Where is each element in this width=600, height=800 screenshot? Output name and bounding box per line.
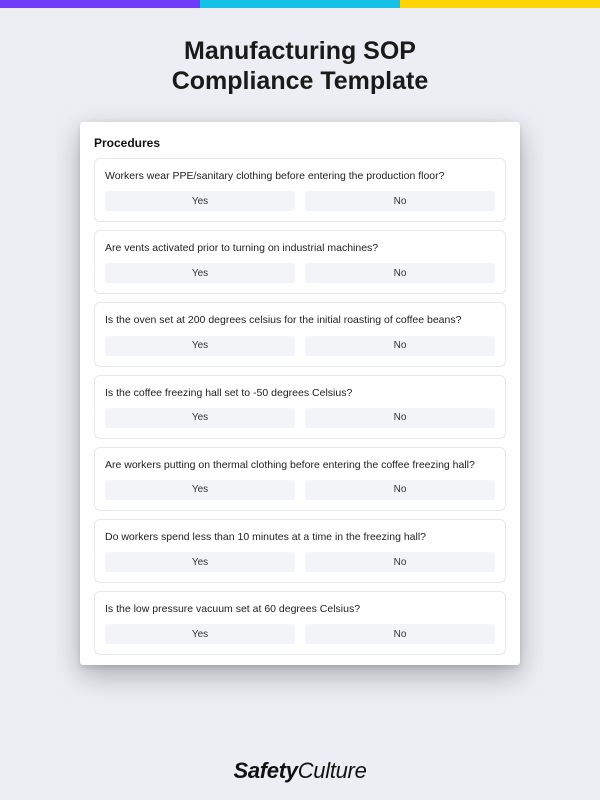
section-title: Procedures	[94, 136, 506, 150]
question-text: Is the low pressure vacuum set at 60 deg…	[105, 602, 495, 616]
answer-row: Yes No	[105, 552, 495, 572]
page-title-line-1: Manufacturing SOP	[184, 37, 416, 65]
question-text: Are vents activated prior to turning on …	[105, 241, 495, 255]
accent-segment-purple	[0, 0, 200, 8]
answer-yes-button[interactable]: Yes	[105, 480, 295, 500]
procedures-card: Procedures Workers wear PPE/sanitary clo…	[80, 122, 520, 665]
answer-no-button[interactable]: No	[305, 408, 495, 428]
answer-no-button[interactable]: No	[305, 263, 495, 283]
answer-yes-button[interactable]: Yes	[105, 552, 295, 572]
page-title-line-2: Compliance Template	[172, 67, 429, 95]
answer-row: Yes No	[105, 263, 495, 283]
answer-yes-button[interactable]: Yes	[105, 624, 295, 644]
answer-yes-button[interactable]: Yes	[105, 408, 295, 428]
question-item: Is the coffee freezing hall set to -50 d…	[94, 375, 506, 439]
answer-yes-button[interactable]: Yes	[105, 263, 295, 283]
question-item: Workers wear PPE/sanitary clothing befor…	[94, 158, 506, 222]
answer-no-button[interactable]: No	[305, 480, 495, 500]
brand-logo-light: Culture	[298, 758, 367, 783]
brand-logo: SafetyCulture	[0, 758, 600, 784]
answer-yes-button[interactable]: Yes	[105, 336, 295, 356]
question-item: Is the low pressure vacuum set at 60 deg…	[94, 591, 506, 655]
answer-no-button[interactable]: No	[305, 336, 495, 356]
question-item: Are workers putting on thermal clothing …	[94, 447, 506, 511]
question-text: Is the coffee freezing hall set to -50 d…	[105, 386, 495, 400]
brand-logo-bold: Safety	[233, 758, 297, 783]
accent-segment-yellow	[400, 0, 600, 8]
accent-color-bar	[0, 0, 600, 8]
question-list: Workers wear PPE/sanitary clothing befor…	[94, 158, 506, 655]
answer-row: Yes No	[105, 191, 495, 211]
page-title: Manufacturing SOP Compliance Template	[0, 36, 600, 96]
answer-yes-button[interactable]: Yes	[105, 191, 295, 211]
accent-segment-cyan	[200, 0, 400, 8]
question-text: Do workers spend less than 10 minutes at…	[105, 530, 495, 544]
question-text: Workers wear PPE/sanitary clothing befor…	[105, 169, 495, 183]
answer-row: Yes No	[105, 624, 495, 644]
question-text: Are workers putting on thermal clothing …	[105, 458, 495, 472]
question-item: Do workers spend less than 10 minutes at…	[94, 519, 506, 583]
answer-row: Yes No	[105, 336, 495, 356]
answer-no-button[interactable]: No	[305, 624, 495, 644]
answer-no-button[interactable]: No	[305, 552, 495, 572]
answer-no-button[interactable]: No	[305, 191, 495, 211]
question-item: Is the oven set at 200 degrees celsius f…	[94, 302, 506, 366]
answer-row: Yes No	[105, 408, 495, 428]
question-text: Is the oven set at 200 degrees celsius f…	[105, 313, 495, 327]
question-item: Are vents activated prior to turning on …	[94, 230, 506, 294]
answer-row: Yes No	[105, 480, 495, 500]
